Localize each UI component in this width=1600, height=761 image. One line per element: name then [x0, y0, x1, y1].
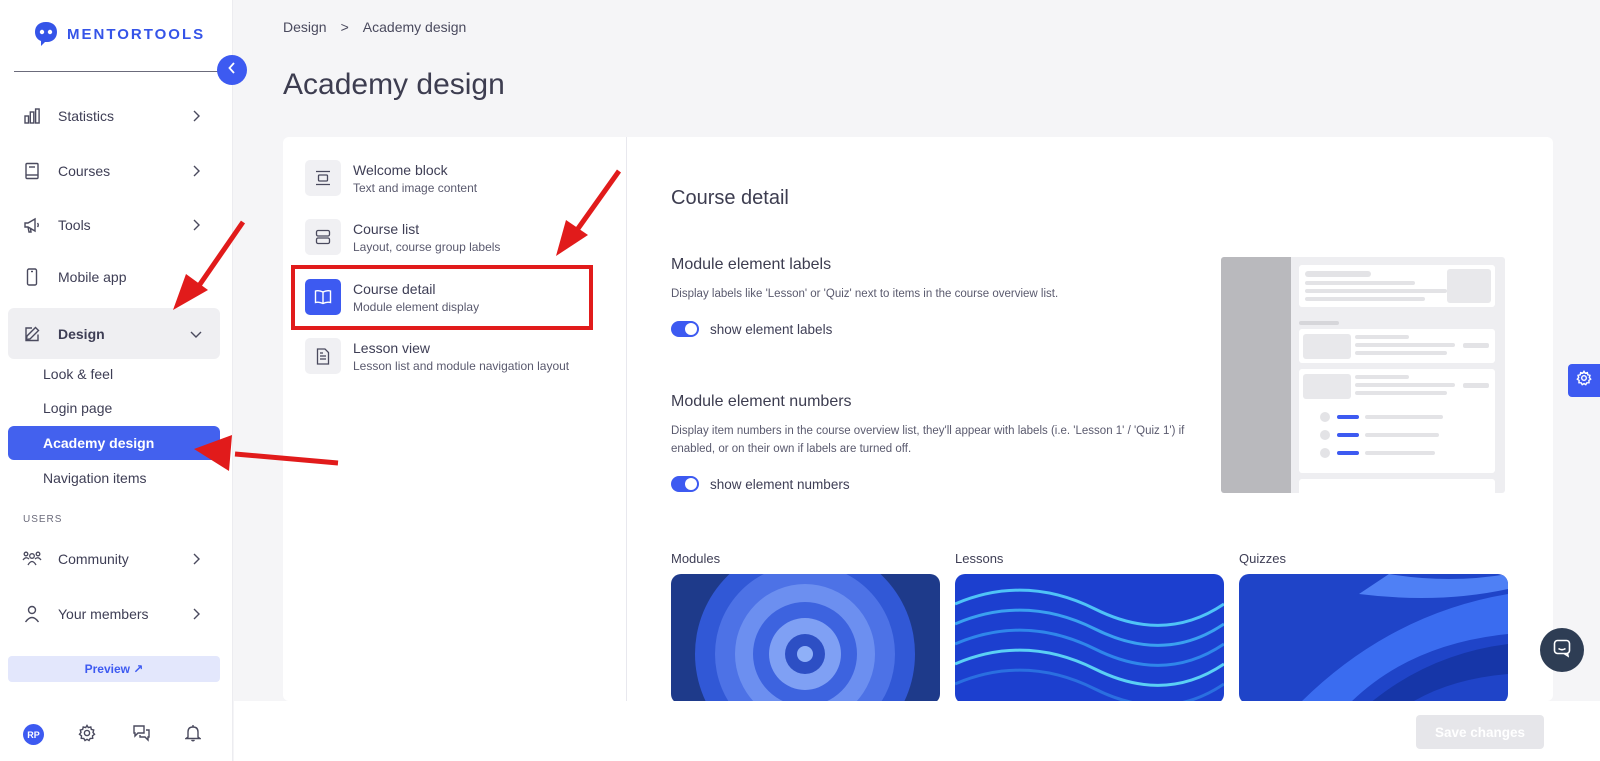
sidebar-item-courses[interactable]: Courses	[8, 147, 220, 195]
notification-bell-icon[interactable]	[183, 724, 203, 747]
numbers-option-title: Module element numbers	[671, 393, 852, 410]
sidebar-item-label: Courses	[58, 163, 111, 179]
sidebar-item-label: Community	[58, 551, 129, 567]
numbers-option-description: Display item numbers in the course overv…	[671, 425, 1185, 455]
show-labels-toggle[interactable]	[671, 321, 699, 337]
sidebar-item-your-members[interactable]: Your members	[8, 590, 220, 638]
sidebar-subitem-login-page[interactable]: Login page	[8, 391, 220, 425]
toggle-label: show element labels	[710, 321, 833, 337]
brand-logo[interactable]: MENTORTOOLS	[32, 20, 205, 48]
chevron-down-icon	[184, 330, 208, 338]
menu-item-subtitle: Text and image content	[353, 180, 478, 195]
list-layout-icon	[305, 219, 341, 255]
menu-item-welcome-block[interactable]: Welcome block Text and image content	[305, 153, 595, 203]
chevron-left-icon	[228, 61, 236, 79]
modules-image-label: Modules	[671, 551, 721, 566]
gear-icon	[1576, 369, 1592, 391]
quizzes-image[interactable]	[1239, 574, 1508, 701]
sidebar-subitem-navigation-items[interactable]: Navigation items	[8, 461, 220, 495]
brand-name: MENTORTOOLS	[67, 25, 206, 43]
breadcrumb-link-design[interactable]: Design	[283, 19, 327, 35]
sidebar-item-label: Design	[58, 325, 105, 342]
breadcrumb-separator: >	[340, 19, 349, 35]
preview-button[interactable]: Preview ↗	[8, 656, 220, 682]
lessons-image[interactable]	[955, 574, 1224, 701]
sidebar-subitem-look-and-feel[interactable]: Look & feel	[8, 357, 220, 391]
toggle-label: show element numbers	[710, 476, 850, 492]
menu-item-title: Course list	[353, 220, 420, 237]
sidebar-footer: RP	[0, 724, 233, 750]
sidebar-item-tools[interactable]: Tools	[8, 201, 220, 249]
annotation-highlight-box	[291, 265, 593, 330]
chevron-right-icon	[184, 165, 208, 177]
community-icon	[22, 549, 42, 569]
save-changes-button[interactable]: Save changes	[1416, 715, 1544, 749]
book-icon	[22, 161, 42, 181]
numbers-toggle-row[interactable]: show element numbers	[671, 476, 850, 492]
menu-item-subtitle: Layout, course group labels	[353, 239, 501, 254]
settings-panel-tab[interactable]	[1568, 364, 1600, 397]
sidebar-item-community[interactable]: Community	[8, 535, 220, 583]
sidebar-item-mobile-app[interactable]: Mobile app	[8, 253, 220, 301]
chevron-right-icon	[184, 219, 208, 231]
robot-logo-icon	[35, 22, 57, 46]
chevron-right-icon	[184, 608, 208, 620]
sidebar: MENTORTOOLS Statistics Courses Tools Mob…	[0, 0, 233, 761]
sidebar-item-label: Your members	[58, 606, 149, 622]
labels-option-title: Module element labels	[671, 256, 832, 273]
sidebar-divider	[14, 71, 218, 72]
bar-chart-icon	[22, 106, 42, 126]
menu-item-title: Welcome block	[353, 161, 448, 178]
chat-bubbles-icon[interactable]	[132, 724, 151, 747]
chevron-right-icon	[184, 553, 208, 565]
chat-icon	[1552, 638, 1572, 663]
sidebar-item-label: Tools	[58, 217, 91, 233]
settings-card: Welcome block Text and image content Cou…	[283, 137, 1553, 701]
avatar[interactable]: RP	[23, 724, 44, 745]
sidebar-item-design[interactable]: Design	[8, 308, 220, 359]
labels-option-description: Display labels like 'Lesson' or 'Quiz' n…	[671, 288, 1059, 300]
lessons-image-label: Lessons	[955, 551, 1004, 566]
user-icon	[22, 604, 42, 624]
pencil-icon	[22, 324, 42, 344]
labels-toggle-row[interactable]: show element labels	[671, 321, 832, 337]
collapse-sidebar-button[interactable]	[217, 55, 247, 85]
card-divider	[626, 137, 627, 701]
document-icon	[305, 338, 341, 374]
modules-image[interactable]	[671, 574, 940, 701]
support-chat-button[interactable]	[1540, 628, 1584, 672]
menu-item-title: Lesson view	[353, 339, 431, 356]
align-center-icon	[305, 160, 341, 196]
sidebar-item-label: Statistics	[58, 108, 115, 124]
course-overview-preview-illustration	[1221, 257, 1505, 493]
settings-gear-icon[interactable]	[78, 724, 96, 747]
chevron-right-icon	[184, 110, 208, 122]
users-section-label: USERS	[23, 514, 63, 525]
sidebar-item-statistics[interactable]: Statistics	[8, 92, 220, 140]
breadcrumb: Design > Academy design	[283, 19, 466, 35]
menu-item-subtitle: Lesson list and module navigation layout	[353, 358, 570, 373]
megaphone-icon	[22, 215, 42, 235]
phone-icon	[22, 267, 42, 287]
quizzes-image-label: Quizzes	[1239, 551, 1286, 566]
page-title: Academy design	[283, 68, 505, 101]
menu-item-course-list[interactable]: Course list Layout, course group labels	[305, 212, 595, 262]
sidebar-item-label: Mobile app	[58, 269, 127, 285]
show-numbers-toggle[interactable]	[671, 476, 699, 492]
breadcrumb-current: Academy design	[362, 19, 467, 35]
menu-item-lesson-view[interactable]: Lesson view Lesson list and module navig…	[305, 331, 595, 381]
detail-title: Course detail	[671, 187, 789, 209]
sidebar-subitem-academy-design[interactable]: Academy design	[8, 426, 220, 460]
footer-bar	[234, 701, 1600, 761]
